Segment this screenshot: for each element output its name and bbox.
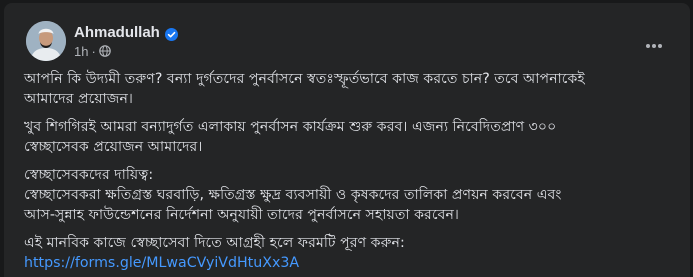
post-text-line: আস-সুন্নাহ ফাউন্ডেশনের নির্দেশনা অনুযায়… [24, 207, 459, 223]
globe-icon[interactable] [99, 45, 111, 57]
post-text-line: আমাদের প্রয়োজন। [24, 91, 134, 107]
author-avatar[interactable] [26, 21, 66, 61]
form-link[interactable]: https://forms.gle/MLwaCVyiVdHtuXx3A [24, 253, 676, 273]
post-paragraph: স্বেচ্ছাসেবকদের দায়িত্ব: স্বেচ্ছাসেবকরা… [24, 165, 676, 225]
post-text-line: এই মানবিক কাজে স্বেচ্ছাসেবা দিতে আগ্রহী … [24, 235, 405, 251]
post-paragraph: আপনি কি উদ্যমী তরুণ? বন্যা দুর্গতদের পুন… [24, 69, 676, 109]
more-options-button[interactable] [636, 25, 672, 61]
verified-badge-icon [164, 26, 178, 41]
post-card: Ahmadullah 1h · আপনি কি উদ্যমী তরুণ? বন্… [4, 3, 690, 277]
post-text-line: আপনি কি উদ্যমী তরুণ? বন্যা দুর্গতদের পুন… [24, 71, 585, 87]
post-paragraph: খুব শিগগিরই আমরা বন্যাদুর্গত এলাকায় পুন… [24, 117, 676, 157]
post-text-line: স্বেচ্ছাসেবকদের দায়িত্ব: [24, 167, 154, 183]
more-options-icon [645, 34, 663, 53]
meta-separator: · [91, 43, 96, 59]
post-text-line: স্বেচ্ছাসেবক প্রয়োজন আমাদের। [24, 139, 203, 155]
post-timestamp[interactable]: 1h [74, 44, 88, 59]
post-body: আপনি কি উদ্যমী তরুণ? বন্যা দুর্গতদের পুন… [24, 69, 676, 273]
author-name[interactable]: Ahmadullah [74, 24, 160, 41]
post-text-line: খুব শিগগিরই আমরা বন্যাদুর্গত এলাকায় পুন… [24, 119, 557, 135]
post-meta: 1h · [74, 42, 111, 60]
post-paragraph: এই মানবিক কাজে স্বেচ্ছাসেবা দিতে আগ্রহী … [24, 233, 676, 273]
post-text-line: স্বেচ্ছাসেবকরা ক্ষতিগ্রস্ত ঘরবাড়ি, ক্ষত… [24, 187, 562, 203]
author-row: Ahmadullah [74, 21, 178, 43]
